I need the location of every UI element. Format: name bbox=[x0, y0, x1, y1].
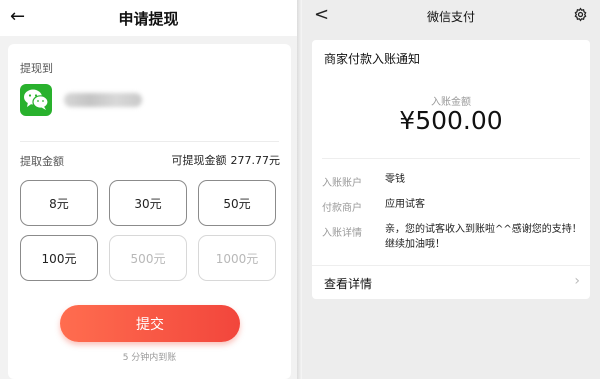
page-title: 申请提现 bbox=[118, 10, 179, 28]
divider bbox=[322, 158, 580, 159]
withdraw-panel: ← 申请提现 提现到 提取金额 可提现金额 277.77元 8元 30元 50元 … bbox=[0, 0, 297, 379]
gear-icon[interactable] bbox=[573, 7, 588, 26]
divider bbox=[20, 141, 279, 142]
divider bbox=[312, 265, 590, 266]
amount-value: ¥500.00 bbox=[399, 106, 503, 135]
withdraw-header: ← 申请提现 bbox=[0, 0, 297, 36]
available-label: 可提现金额 bbox=[171, 154, 227, 167]
row-label-merchant: 付款商户 bbox=[322, 203, 362, 214]
amount-option-500: 500元 bbox=[109, 235, 187, 281]
amount-option-1000: 1000元 bbox=[198, 235, 276, 281]
amount-option-8[interactable]: 8元 bbox=[20, 180, 98, 226]
row-label-detail: 入账详情 bbox=[322, 228, 362, 239]
amount-option-50[interactable]: 50元 bbox=[198, 180, 276, 226]
available-amount: 可提现金额 277.77元 bbox=[172, 152, 281, 168]
wechat-logo-icon bbox=[20, 84, 52, 116]
row-value-account: 零钱 bbox=[385, 174, 405, 185]
view-details-link[interactable]: 查看详情 bbox=[324, 275, 372, 292]
submit-button[interactable]: 提交 bbox=[60, 305, 240, 342]
wechat-pay-header: < 微信支付 bbox=[302, 0, 600, 32]
amount-option-100[interactable]: 100元 bbox=[20, 235, 98, 281]
withdraw-to-label: 提现到 bbox=[20, 62, 53, 75]
payment-notice-card: 商家付款入账通知 入账金额 ¥500.00 入账账户 零钱 付款商户 应用试客 … bbox=[312, 40, 590, 299]
notice-title: 商家付款入账通知 bbox=[324, 52, 421, 66]
amount-label: 提取金额 bbox=[20, 155, 64, 168]
wechat-pay-panel: < 微信支付 商家付款入账通知 入账金额 ¥500.00 入账账户 零钱 付款商… bbox=[302, 0, 600, 379]
arrival-time-note: 5 分钟内到账 bbox=[122, 353, 177, 363]
row-value-merchant: 应用试客 bbox=[385, 199, 425, 210]
withdraw-card: 提现到 提取金额 可提现金额 277.77元 8元 30元 50元 100元 50… bbox=[8, 44, 291, 379]
row-label-account: 入账账户 bbox=[322, 178, 362, 189]
chevron-right-icon[interactable]: › bbox=[574, 273, 580, 289]
wechat-pay-title: 微信支付 bbox=[426, 10, 475, 24]
row-value-detail: 亲，您的试客收入到账啦^^感谢您的支持！继续加油哦！ bbox=[385, 224, 582, 250]
available-value: 277.77元 bbox=[230, 154, 281, 167]
account-name-blurred bbox=[64, 93, 142, 107]
amount-option-30[interactable]: 30元 bbox=[109, 180, 187, 226]
